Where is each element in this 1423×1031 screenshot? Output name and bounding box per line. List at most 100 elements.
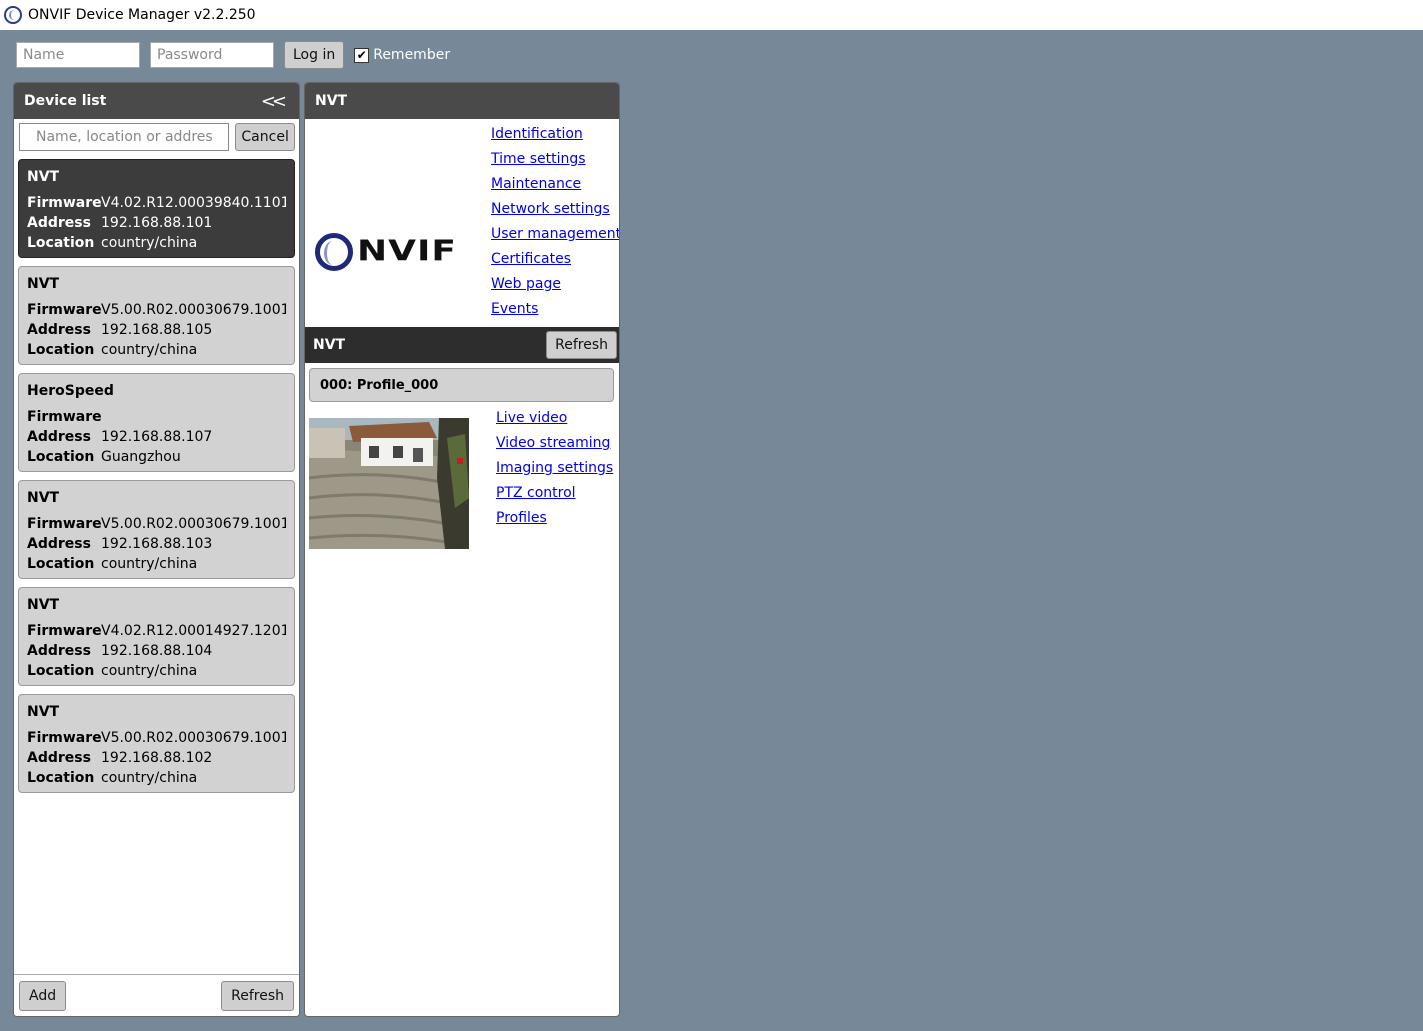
profile-link-ptz-control[interactable]: PTZ control (496, 483, 613, 508)
profile-header[interactable]: 000: Profile_000 (309, 368, 614, 402)
window-title: ONVIF Device Manager v2.2.250 (28, 7, 256, 23)
device-link-user-management[interactable]: User management (491, 224, 619, 249)
device-address-row: Address 192.168.88.102 (27, 748, 286, 768)
device-name: NVT (27, 169, 60, 185)
device-address-row: Address 192.168.88.107 (27, 427, 286, 447)
device-list-title: Device list (24, 93, 107, 109)
checkmark-icon[interactable]: ✔ (354, 47, 370, 63)
device-location-value: country/china (101, 663, 198, 679)
device-card[interactable]: NVTFirmwareV5.00.R02.00030679.10010.24Ad… (18, 266, 295, 365)
onvif-logo-icon (315, 232, 353, 271)
onvif-logo: NVIF (315, 231, 457, 272)
device-firmware-value: V4.02.R12.00014927.12012.14 (101, 623, 286, 639)
device-address-row: Address 192.168.88.103 (27, 534, 286, 554)
nvt-title: NVT (315, 93, 348, 109)
device-firmware-value: V5.00.R02.00030679.10010.24 (101, 302, 286, 318)
device-list-footer: Add Refresh (14, 974, 299, 1016)
profile-links: Live video Video streaming Imaging setting… (496, 408, 613, 533)
cancel-button[interactable]: Cancel (235, 123, 295, 151)
profile-link-video-streaming[interactable]: Video streaming (496, 433, 613, 458)
password-input[interactable] (150, 42, 274, 68)
remember-checkbox[interactable]: ✔ Remember (354, 47, 450, 63)
device-address-value: 192.168.88.105 (101, 322, 213, 338)
onvif-logo-text: NVIF (357, 235, 457, 268)
device-search-input[interactable] (19, 123, 230, 151)
name-input[interactable] (16, 42, 140, 68)
device-card[interactable]: HeroSpeed Firmware Address 192.168.88.107 Lo… (18, 373, 295, 472)
device-list-panel: Device list << Cancel NVTFirmwareV4.02.R… (13, 82, 300, 1017)
login-button[interactable]: Log in (284, 41, 345, 69)
nvt-panel: NVT NVIF Identification Time settings Main… (304, 82, 620, 1017)
device-location-value: country/china (101, 342, 198, 358)
device-address-label: Address (27, 215, 91, 231)
profile-link-live-video[interactable]: Live video (496, 408, 613, 433)
device-location-row: Location country/china (27, 554, 286, 574)
device-address-value: 192.168.88.104 (101, 643, 213, 659)
device-location-row: Location country/china (27, 768, 286, 788)
refresh-profiles-button[interactable]: Refresh (546, 331, 617, 359)
profile-link-imaging-settings[interactable]: Imaging settings (496, 458, 613, 483)
device-name: HeroSpeed (27, 383, 114, 399)
device-name: NVT (27, 704, 60, 720)
device-firmware-value: V5.00.R02.00030679.10010.34 (101, 730, 286, 746)
refresh-devices-button[interactable]: Refresh (221, 980, 294, 1011)
profile-link-profiles[interactable]: Profiles (496, 508, 613, 533)
device-link-maintenance[interactable]: Maintenance (491, 174, 619, 199)
device-address-row: Address 192.168.88.101 (27, 213, 286, 233)
nvt-section-bar: NVT Refresh (305, 327, 619, 363)
device-firmware-row: FirmwareV5.00.R02.00030679.10010.34 (27, 728, 286, 748)
device-firmware-label: Firmware (27, 302, 102, 318)
device-links: Identification Time settings Maintenance Ne… (491, 124, 619, 324)
device-link-identification[interactable]: Identification (491, 124, 619, 149)
device-address-row: Address 192.168.88.104 (27, 641, 286, 661)
device-link-certificates[interactable]: Certificates (491, 249, 619, 274)
device-link-time-settings[interactable]: Time settings (491, 149, 619, 174)
device-address-label: Address (27, 429, 91, 445)
device-address-label: Address (27, 643, 91, 659)
device-address-row: Address 192.168.88.105 (27, 320, 286, 340)
add-device-button[interactable]: Add (19, 980, 67, 1011)
device-location-label: Location (27, 342, 95, 358)
device-firmware-value: V5.00.R02.00030679.10010.34 (101, 516, 286, 532)
device-location-row: Location country/china (27, 233, 286, 253)
device-card[interactable]: NVT FirmwareV4.02.R12.00014927.12012.14 Ad… (18, 587, 295, 686)
device-location-label: Location (27, 235, 95, 251)
collapse-icon[interactable]: << (261, 91, 289, 112)
search-row: Cancel (14, 119, 299, 151)
device-list: NVTFirmwareV4.02.R12.00039840.11012.14Ad… (14, 151, 299, 793)
nvt-header: NVT (305, 83, 619, 119)
title-bar: ONVIF Device Manager v2.2.250 (0, 0, 1423, 30)
profile-body: Live video Video streaming Imaging setting… (305, 402, 619, 552)
device-location-row: Location country/china (27, 340, 286, 360)
device-firmware-label: Firmware (27, 195, 102, 211)
device-link-network-settings[interactable]: Network settings (491, 199, 619, 224)
device-firmware-row: Firmware (27, 407, 286, 427)
device-name: NVT (27, 597, 60, 613)
device-location-value: country/china (101, 235, 198, 251)
device-firmware-label: Firmware (27, 623, 102, 639)
device-location-label: Location (27, 449, 95, 465)
app-logo-icon (4, 6, 22, 24)
login-bar: Log in ✔ Remember (16, 41, 450, 69)
device-firmware-label: Firmware (27, 409, 102, 425)
device-card[interactable]: NVT FirmwareV4.02.R12.00039840.11012.14 Ad… (18, 159, 295, 258)
device-location-value: country/china (101, 770, 198, 786)
device-firmware-row: FirmwareV5.00.R02.00030679.10010.34 (27, 514, 286, 534)
device-location-label: Location (27, 663, 95, 679)
device-name: NVT (27, 276, 60, 292)
device-link-events[interactable]: Events (491, 299, 619, 324)
device-link-web-page[interactable]: Web page (491, 274, 619, 299)
device-card[interactable]: NVT FirmwareV5.00.R02.00030679.10010.34Ad… (18, 480, 295, 579)
device-address-label: Address (27, 750, 91, 766)
device-address-value: 192.168.88.103 (101, 536, 213, 552)
device-address-value: 192.168.88.107 (101, 429, 213, 445)
device-name: NVT (27, 490, 60, 506)
device-address-value: 192.168.88.101 (101, 215, 213, 231)
device-address-label: Address (27, 322, 91, 338)
video-thumbnail[interactable] (309, 418, 469, 549)
device-list-header: Device list << (14, 83, 299, 119)
device-location-label: Location (27, 770, 95, 786)
device-card[interactable]: NVTFirmwareV5.00.R02.00030679.10010.34Ad… (18, 694, 295, 793)
device-firmware-value: V4.02.R12.00039840.11012.14 (101, 195, 286, 211)
device-firmware-row: FirmwareV5.00.R02.00030679.10010.24 (27, 300, 286, 320)
